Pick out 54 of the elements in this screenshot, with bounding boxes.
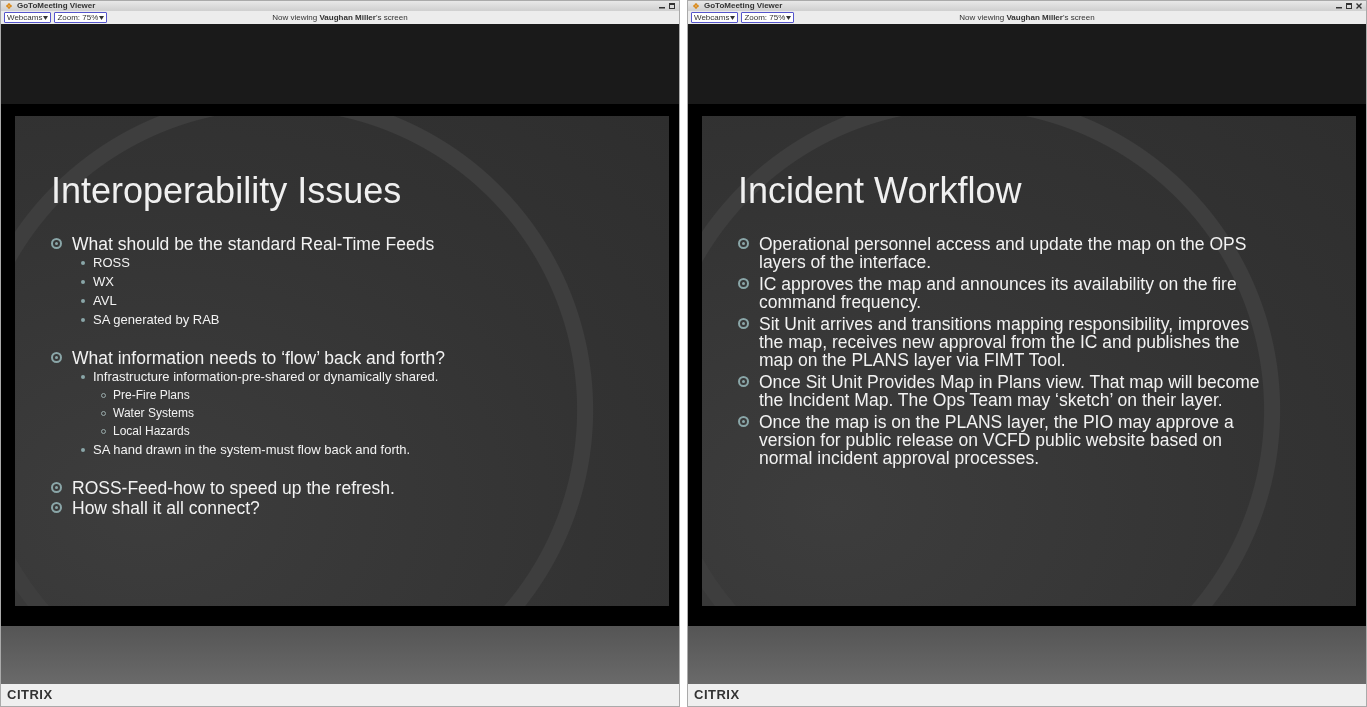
citrix-logo: CITRIX [7, 686, 53, 705]
bullet-text: Once Sit Unit Provides Map in Plans view. That map will become the Incident Map. The Ops Team may ‘sketch’ on their layer. [759, 372, 1261, 409]
viewing-status: Now viewing Vaughan Miller's screen [272, 12, 408, 24]
bullet-icon [81, 447, 85, 452]
bullet-text: Sit Unit arrives and transitions mapping responsibility, improves the map, receives new approval from the IC and publishes the map on the PLANS layer via FIMT Tool. [759, 314, 1250, 369]
maximize-icon[interactable] [1346, 3, 1352, 9]
bullet-text: Water Systems [113, 404, 194, 422]
bullet-icon [81, 260, 85, 265]
dropdown-button[interactable]: Zoom: 75% [741, 12, 795, 23]
bullet-text: What should be the standard Real-Time Feeds [72, 234, 435, 253]
bullet-text: What information needs to ‘flow’ back and forth? [72, 348, 445, 367]
bullet-icon [51, 501, 62, 513]
bullet-icon [81, 279, 85, 284]
bullet-icon [738, 237, 749, 249]
window-title: GoToMeeting Viewer [704, 1, 783, 11]
bullet-text: IC approves the map and announces its availability on the fire command frequency. [759, 274, 1238, 311]
caret-icon [43, 15, 49, 20]
bullet-icon [738, 415, 749, 427]
bullet-text: Local Hazards [113, 422, 190, 440]
dropdown-button[interactable]: Webcams [691, 12, 739, 23]
bullet-text: AVL [93, 291, 117, 310]
bullet-icon [81, 317, 85, 322]
bullet-icon [81, 298, 85, 303]
bullet-text: ROSS [93, 253, 130, 272]
window-title: GoToMeeting Viewer [17, 1, 96, 11]
bullet-icon [81, 374, 85, 379]
bullet-icon [51, 351, 62, 363]
bullet-text: SA generated by RAB [93, 310, 220, 329]
bullet-text: How shall it all connect? [72, 498, 260, 517]
bullet-text: SA hand drawn in the system-must flow back and forth. [93, 440, 411, 459]
bullet-icon [738, 277, 749, 289]
bullet-icon [51, 237, 62, 249]
bullet-text: Operational personnel access and update the map on the OPS layers of the interface. [759, 234, 1248, 271]
caret-icon [730, 15, 736, 20]
dropdown-button[interactable]: Zoom: 75% [54, 12, 108, 23]
bullet-text: ROSS-Feed-how to speed up the refresh. [72, 478, 395, 497]
slide-title: Incident Workflow [738, 171, 1023, 211]
bullet-icon [738, 375, 749, 387]
bullet-text: WX [93, 272, 114, 291]
bullet-icon [738, 317, 749, 329]
caret-icon [786, 15, 792, 20]
bullet-text: Infrastructure information-pre-shared or dynamically shared. [93, 367, 439, 386]
maximize-icon[interactable] [669, 3, 675, 9]
close-icon[interactable] [1356, 3, 1362, 9]
caret-icon [99, 15, 105, 20]
bullet-icon [51, 481, 62, 493]
slide-title: Interoperability Issues [51, 171, 403, 211]
bullet-text: Once the map is on the PLANS layer, the PIO may approve a version for public release on VCFD public website based on normal incident approval processes. [759, 412, 1235, 467]
flower-logo-icon [692, 3, 700, 9]
citrix-logo: CITRIX [694, 686, 740, 705]
viewing-status: Now viewing Vaughan Miller's screen [959, 12, 1095, 24]
flower-logo-icon [5, 3, 13, 9]
bullet-text: Pre-Fire Plans [113, 386, 190, 404]
dropdown-button[interactable]: Webcams [4, 12, 52, 23]
